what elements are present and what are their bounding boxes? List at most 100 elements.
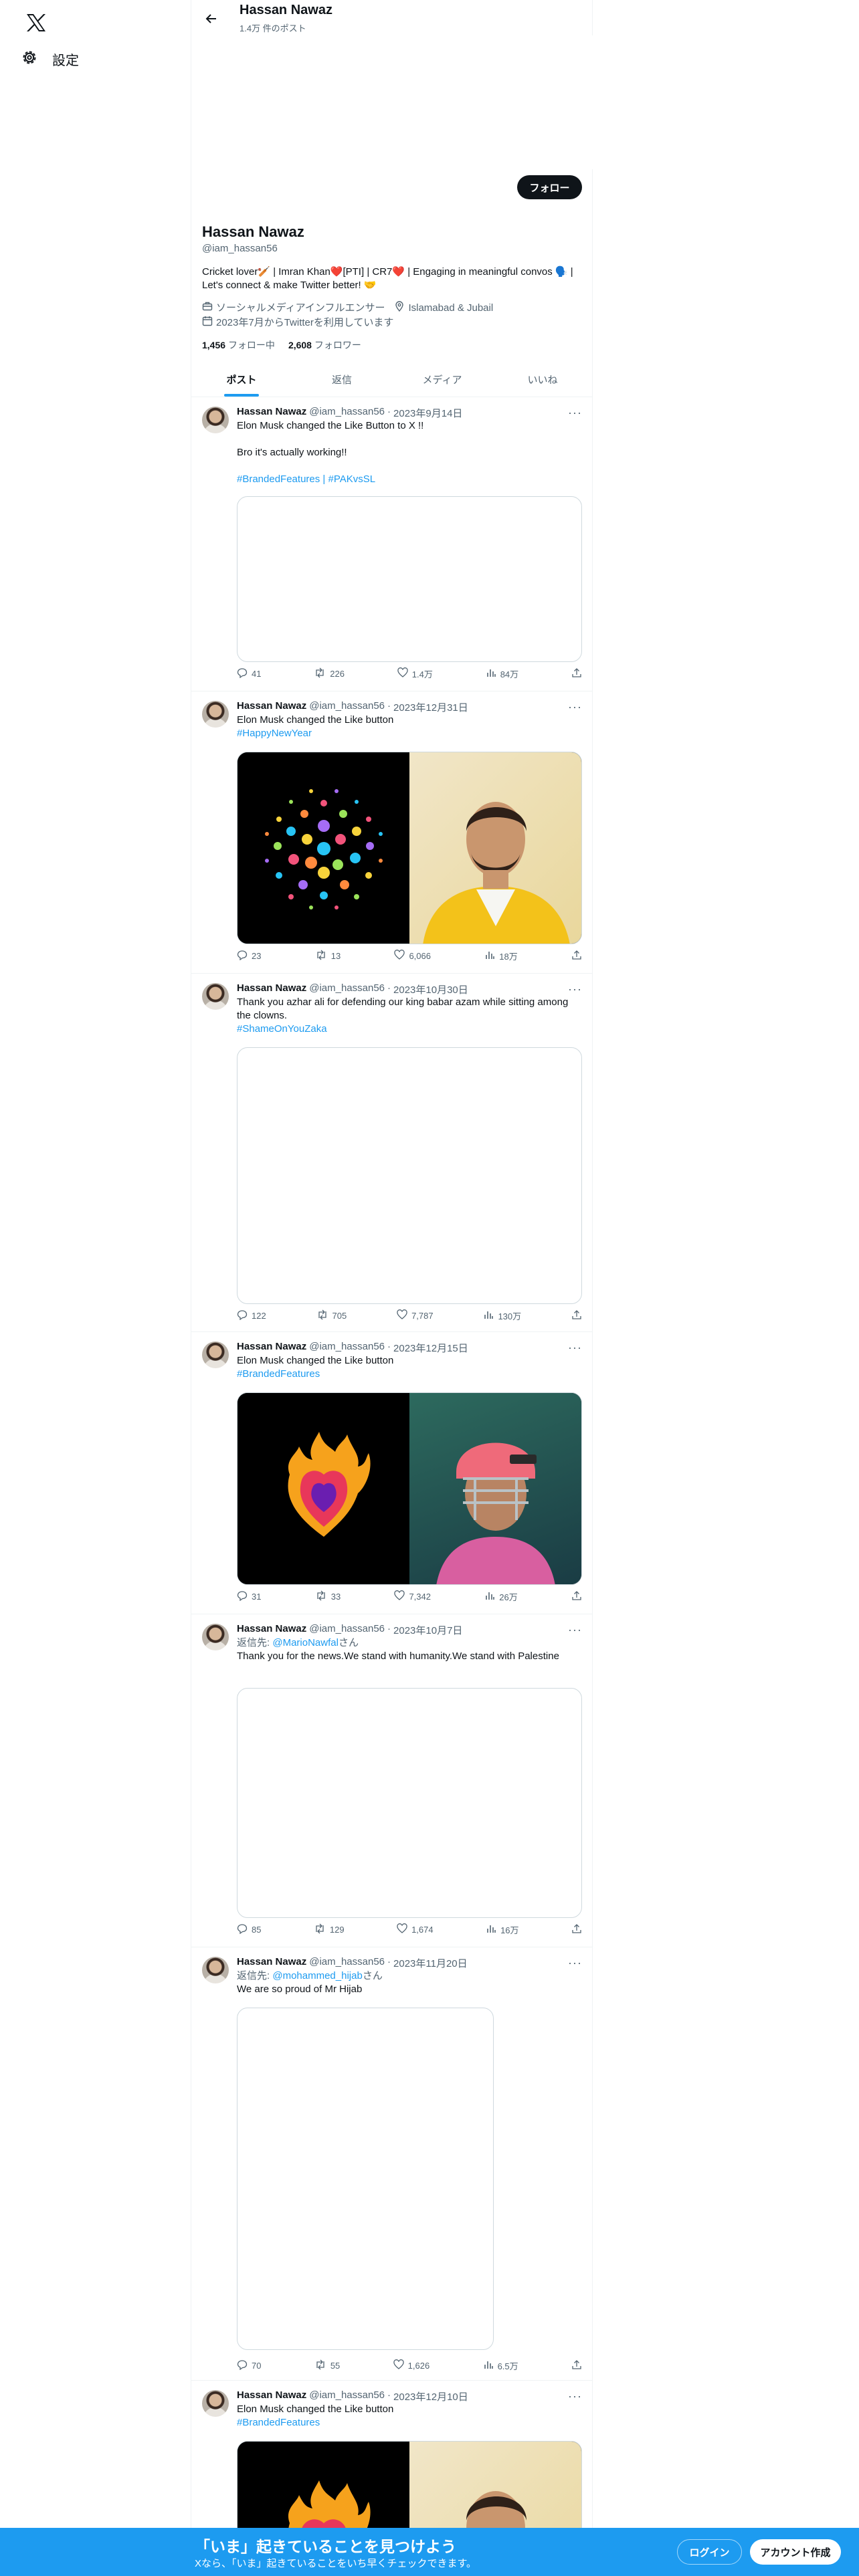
create-account-button[interactable]: アカウント作成 <box>750 2539 841 2565</box>
tweet-media[interactable] <box>237 1392 582 1585</box>
views-button[interactable]: 18万 <box>484 950 518 962</box>
repost-button[interactable]: 55 <box>314 2359 340 2372</box>
tweet-actions: 31 33 7,342 26万 <box>237 1590 582 1603</box>
tweet-media[interactable] <box>237 1047 582 1304</box>
repost-button[interactable]: 705 <box>316 1309 347 1322</box>
tweet-media[interactable] <box>237 1688 582 1918</box>
tweet[interactable]: Hassan Nawaz @iam_hassan56 · 2023年11月20日… <box>191 1947 593 2381</box>
avatar[interactable] <box>202 407 229 433</box>
reply-button[interactable]: 85 <box>237 1923 261 1936</box>
tweet-author-handle[interactable]: @iam_hassan56 <box>309 1341 385 1355</box>
tweet-date[interactable]: 2023年12月10日 <box>393 2389 468 2403</box>
tweet[interactable]: Hassan Nawaz @iam_hassan56 · 2023年12月15日… <box>191 1332 593 1614</box>
tweet[interactable]: Hassan Nawaz @iam_hassan56 · 2023年12月31日… <box>191 691 593 974</box>
following-link[interactable]: 1,456 フォロー中 <box>202 338 275 352</box>
hashtag-link[interactable]: #ShameOnYouZaka <box>237 1023 327 1035</box>
reply-button[interactable]: 31 <box>237 1590 261 1603</box>
share-button[interactable] <box>571 2359 582 2372</box>
reply-button[interactable]: 70 <box>237 2359 261 2372</box>
tweet-author-handle[interactable]: @iam_hassan56 <box>309 1623 385 1637</box>
like-button[interactable]: 1.4万 <box>397 667 433 680</box>
hashtag-link[interactable]: #HappyNewYear <box>237 728 312 739</box>
tab-likes[interactable]: いいね <box>492 362 593 397</box>
tweet-date[interactable]: 2023年10月7日 <box>393 1623 462 1637</box>
reply-to-link[interactable]: @mohammed_hijab <box>272 1970 362 1981</box>
hashtag-link[interactable]: #BrandedFeatures | #PAKvsSL <box>237 473 375 485</box>
tweet-author-name[interactable]: Hassan Nawaz <box>237 406 306 420</box>
avatar[interactable] <box>202 983 229 1010</box>
tweet-author-handle[interactable]: @iam_hassan56 <box>309 1956 385 1970</box>
tweet[interactable]: Hassan Nawaz @iam_hassan56 · 2023年9月14日 … <box>191 397 593 691</box>
views-button[interactable]: 130万 <box>483 1309 521 1322</box>
views-button[interactable]: 16万 <box>486 1923 519 1936</box>
tweet-author-handle[interactable]: @iam_hassan56 <box>309 982 385 996</box>
tweet-header: Hassan Nawaz @iam_hassan56 · 2023年10月30日 <box>237 982 468 996</box>
share-button[interactable] <box>571 667 582 680</box>
hashtag-link[interactable]: #BrandedFeatures <box>237 2417 320 2428</box>
tweet-media[interactable] <box>237 752 582 944</box>
hashtag-link[interactable]: #BrandedFeatures <box>237 1368 320 1380</box>
tweet-media[interactable] <box>237 496 582 662</box>
followers-link[interactable]: 2,608 フォロワー <box>288 338 361 352</box>
tweet-author-name[interactable]: Hassan Nawaz <box>237 982 306 996</box>
views-button[interactable]: 26万 <box>484 1590 518 1603</box>
nav-item-settings[interactable]: 設定 <box>12 44 88 74</box>
avatar[interactable] <box>202 2390 229 2417</box>
tweet-author-name[interactable]: Hassan Nawaz <box>237 2389 306 2403</box>
tweet-author-name[interactable]: Hassan Nawaz <box>237 700 306 714</box>
tweet-author-name[interactable]: Hassan Nawaz <box>237 1341 306 1355</box>
avatar[interactable] <box>202 1957 229 1983</box>
tweet-date[interactable]: 2023年10月30日 <box>393 982 468 996</box>
share-button[interactable] <box>571 950 582 962</box>
more-icon[interactable]: ··· <box>568 1341 582 1355</box>
tweet-author-handle[interactable]: @iam_hassan56 <box>309 700 385 714</box>
tab-posts[interactable]: ポスト <box>191 362 292 397</box>
profile-meta: ソーシャルメディアインフルエンサー Islamabad & Jubail 202… <box>202 301 583 330</box>
tweet-date[interactable]: 2023年12月15日 <box>393 1341 468 1355</box>
repost-button[interactable]: 13 <box>315 950 341 962</box>
like-button[interactable]: 7,342 <box>394 1590 431 1603</box>
login-button[interactable]: ログイン <box>677 2539 742 2565</box>
tweet-text: Elon Musk changed the Like button #Happy… <box>237 714 394 739</box>
reply-button[interactable]: 23 <box>237 950 261 962</box>
like-button[interactable]: 7,787 <box>397 1309 434 1322</box>
avatar[interactable] <box>202 701 229 728</box>
more-icon[interactable]: ··· <box>568 1956 582 1970</box>
like-button[interactable]: 1,674 <box>397 1923 434 1936</box>
x-logo-icon[interactable] <box>19 5 54 40</box>
views-button[interactable]: 84万 <box>486 667 518 680</box>
views-button[interactable]: 6.5万 <box>483 2359 518 2372</box>
avatar[interactable] <box>202 1341 229 1368</box>
like-button[interactable]: 1,626 <box>393 2359 430 2372</box>
repost-button[interactable]: 226 <box>314 667 345 680</box>
repost-button[interactable]: 129 <box>314 1923 345 1936</box>
tweet-date[interactable]: 2023年11月20日 <box>393 1956 468 1970</box>
tweet-author-handle[interactable]: @iam_hassan56 <box>309 2389 385 2403</box>
avatar[interactable] <box>202 1624 229 1650</box>
tab-media[interactable]: メディア <box>392 362 492 397</box>
tweet-author-name[interactable]: Hassan Nawaz <box>237 1956 306 1970</box>
follow-button[interactable]: フォロー <box>517 175 582 199</box>
share-button[interactable] <box>571 1923 582 1936</box>
more-icon[interactable]: ··· <box>568 700 582 714</box>
tweet-media[interactable] <box>237 2008 494 2350</box>
tweet-author-handle[interactable]: @iam_hassan56 <box>309 406 385 420</box>
back-arrow-icon[interactable] <box>199 7 223 31</box>
reply-button[interactable]: 122 <box>237 1309 266 1322</box>
more-icon[interactable]: ··· <box>568 982 582 996</box>
share-button[interactable] <box>571 1309 582 1322</box>
tweet-date[interactable]: 2023年9月14日 <box>393 406 462 420</box>
more-icon[interactable]: ··· <box>568 406 582 420</box>
reply-to-link[interactable]: @MarioNawfal <box>272 1637 339 1648</box>
like-button[interactable]: 6,066 <box>394 950 431 962</box>
share-button[interactable] <box>571 1590 582 1603</box>
more-icon[interactable]: ··· <box>568 2389 582 2403</box>
more-icon[interactable]: ··· <box>568 1623 582 1637</box>
tweet[interactable]: Hassan Nawaz @iam_hassan56 · 2023年10月7日 … <box>191 1614 593 1947</box>
tweet[interactable]: Hassan Nawaz @iam_hassan56 · 2023年10月30日… <box>191 974 593 1332</box>
tweet-date[interactable]: 2023年12月31日 <box>393 700 468 714</box>
tweet-author-name[interactable]: Hassan Nawaz <box>237 1623 306 1637</box>
repost-button[interactable]: 33 <box>315 1590 341 1603</box>
reply-button[interactable]: 41 <box>237 667 261 680</box>
tab-replies[interactable]: 返信 <box>292 362 392 397</box>
